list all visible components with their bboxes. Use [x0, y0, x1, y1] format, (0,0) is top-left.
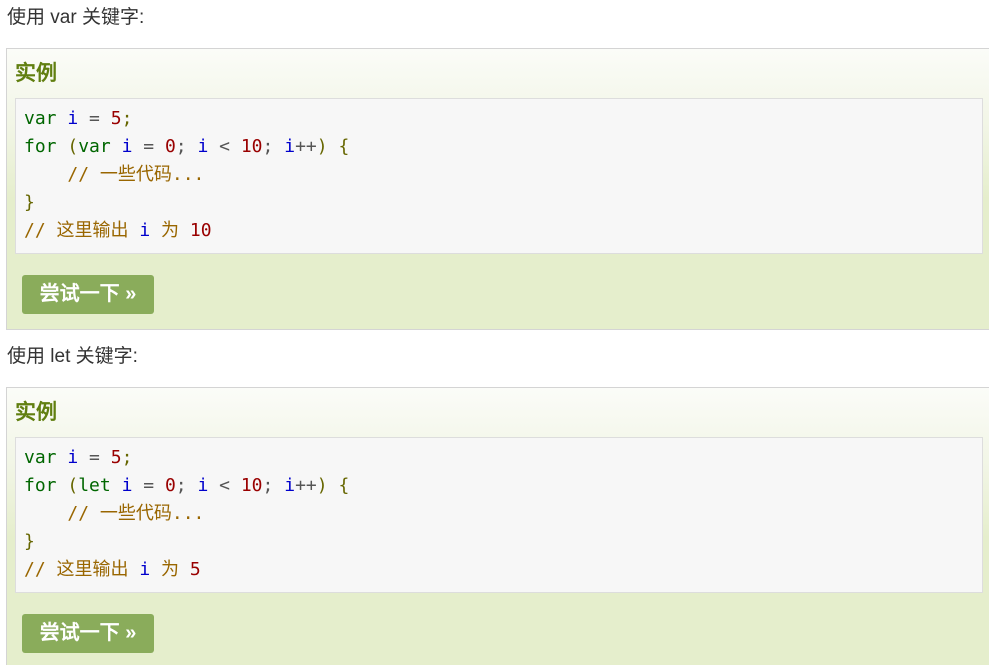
code-punct: ;	[262, 136, 274, 157]
code-punct: ;	[121, 108, 133, 129]
try-it-button[interactable]: 尝试一下 »	[22, 275, 154, 314]
code-identifier: i	[139, 220, 151, 241]
code-identifier: i	[197, 136, 209, 157]
code-line: for (let i = 0; i < 10; i++) {	[24, 472, 982, 500]
code-operator: =	[143, 136, 155, 157]
code-punct: )	[316, 475, 328, 496]
code-number: 0	[164, 475, 176, 496]
code-punct: ;	[121, 447, 133, 468]
example-heading: 实例	[15, 62, 57, 85]
code-operator: <	[219, 136, 230, 157]
code-number: 10	[240, 136, 263, 157]
code-punct: ;	[262, 475, 274, 496]
code-operator: ++	[295, 475, 317, 496]
code-number: 5	[189, 559, 201, 580]
code-identifier: i	[67, 108, 79, 129]
code-block: var i = 5; for (let i = 0; i < 10; i++) {…	[15, 437, 983, 593]
code-identifier: i	[197, 475, 209, 496]
example-box-let: 实例 var i = 5; for (let i = 0; i < 10; i++…	[6, 387, 989, 665]
code-comment: 为	[161, 559, 180, 580]
code-identifier: i	[121, 475, 133, 496]
code-line: // 这里输出 i 为 10	[24, 217, 982, 245]
code-operator: =	[89, 447, 100, 468]
code-line: }	[24, 189, 982, 217]
code-keyword: var	[78, 136, 111, 157]
code-keyword: for	[24, 136, 57, 157]
code-operator: <	[219, 475, 230, 496]
code-line: var i = 5;	[24, 444, 982, 472]
code-punct: ;	[175, 136, 187, 157]
code-line: for (var i = 0; i < 10; i++) {	[24, 133, 982, 161]
code-punct: {	[338, 136, 350, 157]
try-it-button[interactable]: 尝试一下 »	[22, 614, 154, 653]
code-number: 10	[240, 475, 263, 496]
code-keyword: let	[78, 475, 111, 496]
code-identifier: i	[67, 447, 79, 468]
code-line: }	[24, 528, 982, 556]
code-identifier: i	[284, 136, 296, 157]
code-comment: // 一些代码...	[67, 164, 205, 185]
code-punct: {	[338, 475, 350, 496]
code-identifier: i	[284, 475, 296, 496]
code-comment: // 这里输出	[24, 559, 129, 580]
code-identifier: i	[139, 559, 151, 580]
code-punct: )	[316, 136, 328, 157]
code-punct: }	[24, 531, 35, 552]
code-number: 0	[164, 136, 176, 157]
code-operator: ++	[295, 136, 317, 157]
code-punct: }	[24, 192, 35, 213]
code-punct: ;	[175, 475, 187, 496]
code-operator: =	[89, 108, 100, 129]
code-punct: (	[67, 136, 79, 157]
code-block: var i = 5; for (var i = 0; i < 10; i++) {…	[15, 98, 983, 254]
code-line: // 一些代码...	[24, 500, 982, 528]
example-heading: 实例	[15, 401, 57, 424]
code-number: 10	[189, 220, 212, 241]
code-keyword: for	[24, 475, 57, 496]
code-operator: =	[143, 475, 155, 496]
code-keyword: var	[24, 108, 57, 129]
code-identifier: i	[121, 136, 133, 157]
code-comment: // 这里输出	[24, 220, 129, 241]
example-box-var: 实例 var i = 5; for (var i = 0; i < 10; i++…	[6, 48, 989, 330]
intro-text-let: 使用 let 关键字:	[7, 346, 138, 367]
code-line: var i = 5;	[24, 105, 982, 133]
code-comment: // 一些代码...	[67, 503, 205, 524]
code-comment: 为	[161, 220, 180, 241]
code-number: 5	[110, 108, 122, 129]
code-line: // 一些代码...	[24, 161, 982, 189]
code-line: // 这里输出 i 为 5	[24, 556, 982, 584]
intro-text-var: 使用 var 关键字:	[7, 7, 145, 28]
code-keyword: var	[24, 447, 57, 468]
code-punct: (	[67, 475, 79, 496]
code-number: 5	[110, 447, 122, 468]
